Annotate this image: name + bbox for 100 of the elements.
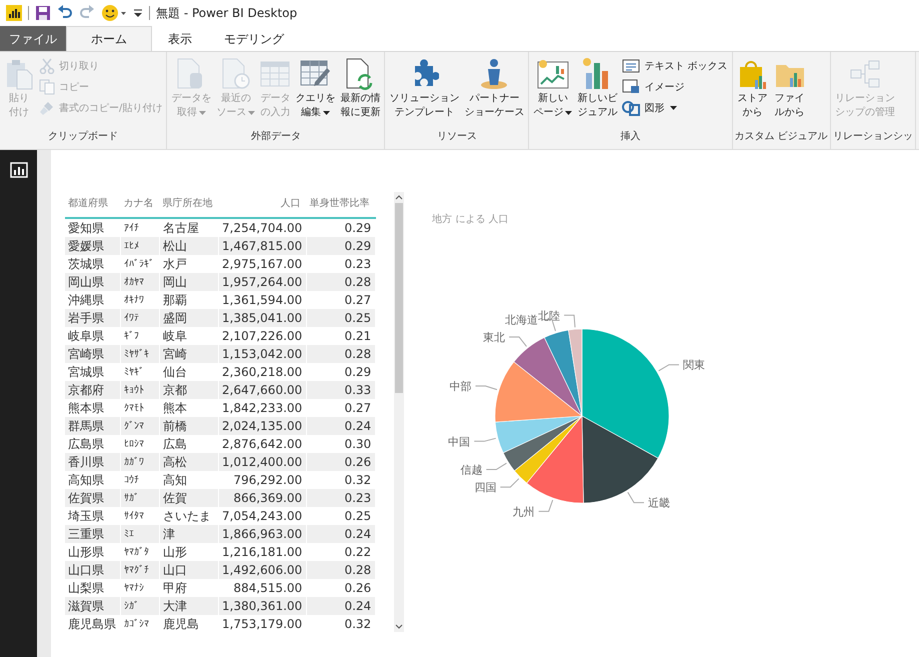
table-cell: 山形県 xyxy=(68,544,104,558)
table-cell: 1,492,606.00 xyxy=(222,563,302,577)
smiley-icon[interactable] xyxy=(101,4,127,22)
pie-label: 近畿 xyxy=(648,496,670,510)
table-cell: 0.27 xyxy=(344,401,372,415)
table-cell: 0.26 xyxy=(344,455,372,469)
table-cell: 0.29 xyxy=(344,365,372,379)
table-cell: 0.22 xyxy=(344,545,372,559)
ribbon-button[interactable]: 図形 xyxy=(620,99,730,117)
table-cell: 鹿児島 xyxy=(163,616,199,630)
scrollbar[interactable] xyxy=(394,192,404,632)
leader-line xyxy=(538,500,554,512)
ribbon-group-label: クリップボード xyxy=(47,130,120,144)
save-icon[interactable] xyxy=(35,5,51,21)
ribbon-button[interactable]: テキスト ボックス xyxy=(620,57,730,75)
table-cell: 1,385,041.00 xyxy=(222,311,302,325)
table-cell: 広島県 xyxy=(68,436,104,450)
pie-slice[interactable] xyxy=(544,330,582,416)
table-cell: ﾋﾛｼﾏ xyxy=(124,439,144,450)
table-cell: ﾔﾏｶﾞﾀ xyxy=(124,547,149,558)
leader-line xyxy=(474,438,496,442)
pie-slice[interactable] xyxy=(526,416,584,504)
pie-slice[interactable] xyxy=(582,328,670,458)
pie-slice[interactable] xyxy=(503,416,582,472)
table-cell: 1,380,361.00 xyxy=(222,599,302,613)
table-cell: 7,254,704.00 xyxy=(222,221,302,235)
person-icon xyxy=(479,56,510,92)
table-cell: 鹿児島県 xyxy=(68,616,116,630)
table-cell: ｸﾞﾝﾏ xyxy=(124,421,144,432)
table-cell: 0.27 xyxy=(344,293,372,307)
table-cell: 2,876,642.00 xyxy=(222,437,302,451)
table-cell: 三重県 xyxy=(68,526,104,540)
table-cell: 0.21 xyxy=(344,329,372,343)
ribbon-group-label: 外部データ xyxy=(250,130,302,144)
text-box-icon xyxy=(622,58,640,74)
table-cell: ｷﾞﾌ xyxy=(124,331,139,342)
table-cell: 0.32 xyxy=(344,617,372,631)
table-cell: ｺｳﾁ xyxy=(124,475,139,486)
table-cell: 熊本県 xyxy=(68,400,104,414)
leader-line xyxy=(564,314,576,328)
column-header[interactable]: 県庁所在地 xyxy=(162,198,212,209)
table-cell: ｶｺﾞｼﾏ xyxy=(124,619,149,630)
ribbon-button[interactable]: パートナー ショーケース xyxy=(462,55,526,121)
ribbon-button[interactable]: 新しい ページ xyxy=(531,55,574,121)
pie-slice[interactable] xyxy=(495,416,582,454)
leader-line xyxy=(500,478,520,488)
table-cell: ｲﾜﾃ xyxy=(124,313,139,324)
table-cell: 0.23 xyxy=(344,491,372,505)
table-cell: 0.28 xyxy=(344,347,372,361)
ribbon-button[interactable]: ストア から xyxy=(734,55,771,121)
pie-label: 中部 xyxy=(450,380,472,394)
table-cell: 津 xyxy=(163,526,175,540)
table-cell: 茨城県 xyxy=(68,256,104,270)
file-tab[interactable]: ファイル xyxy=(0,26,66,51)
table-cell: 甲府 xyxy=(163,580,187,594)
table-cell: 広島 xyxy=(163,436,187,450)
scissors-icon xyxy=(39,58,55,74)
table-cell: 宮崎県 xyxy=(68,346,104,360)
customize-caret-icon[interactable] xyxy=(133,7,143,19)
column-header[interactable]: 単身世帯比率 xyxy=(310,198,370,209)
table-cell: 1,216,181.00 xyxy=(222,545,302,559)
pie-slice[interactable] xyxy=(494,362,582,422)
ribbon-button[interactable]: ファイ ルから xyxy=(772,55,808,121)
table-cell: 松山 xyxy=(163,238,187,252)
table-cell: ﾔﾏｸﾞﾁ xyxy=(124,565,149,576)
table-cell: 山口 xyxy=(163,562,187,576)
table-cell: 愛知県 xyxy=(68,220,104,234)
undo-icon[interactable] xyxy=(57,5,73,21)
ribbon-tab[interactable]: ホーム xyxy=(66,26,152,51)
ribbon-button[interactable]: 最新の情 報に更新 xyxy=(338,55,382,121)
table-cell: 高知 xyxy=(163,472,187,486)
table-cell: 0.26 xyxy=(344,581,372,595)
table-cell: 宮崎 xyxy=(163,346,187,360)
pie-slice[interactable] xyxy=(514,337,582,416)
table-cell: 岐阜県 xyxy=(68,328,104,342)
table-cell: 佐賀県 xyxy=(68,490,104,504)
ribbon-button[interactable]: クエリを 編集 xyxy=(293,55,338,121)
table-cell: 山口県 xyxy=(68,562,104,576)
ribbon-button[interactable]: 新しいビ ジュアル xyxy=(575,55,620,121)
ribbon-group-label: 挿入 xyxy=(619,130,642,144)
table-cell: ｻｶﾞ xyxy=(124,493,139,504)
leader-line xyxy=(542,319,556,332)
table-cell: ｱｲﾁ xyxy=(124,223,139,234)
ribbon-group-label: リソース xyxy=(436,130,478,144)
report-view-icon[interactable] xyxy=(10,162,28,178)
table-cell: 866,369.00 xyxy=(233,491,302,505)
table-cell: 2,024,135.00 xyxy=(222,419,302,433)
ribbon-button[interactable]: イメージ xyxy=(620,78,730,96)
column-header[interactable]: 都道府県 xyxy=(68,198,108,209)
shapes-icon xyxy=(622,100,640,116)
ribbon-group-label: リレーションシッ xyxy=(832,130,913,144)
leader-line xyxy=(627,492,645,504)
table-cell: 岐阜 xyxy=(163,328,187,342)
table-cell: ｵｶﾔﾏ xyxy=(124,277,144,288)
ribbon-button[interactable]: ソリューション テンプレート xyxy=(387,55,462,121)
column-header[interactable]: 人口 xyxy=(280,198,301,209)
pie-label: 北海道 xyxy=(505,314,538,327)
pie-slice[interactable] xyxy=(514,416,582,484)
table-cell: 0.25 xyxy=(344,509,372,523)
column-header[interactable]: カナ名 xyxy=(124,198,154,209)
